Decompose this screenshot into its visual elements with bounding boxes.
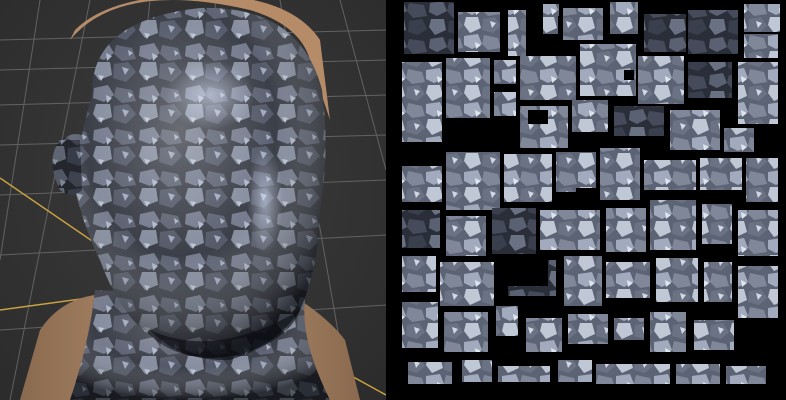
viewport-canvas	[0, 0, 386, 400]
rock-texture-comparison-image	[0, 0, 786, 400]
uv-atlas-icon	[388, 0, 786, 400]
3d-viewport[interactable]	[0, 0, 386, 400]
forehead-highlight	[165, 60, 255, 130]
nose-highlight	[247, 145, 283, 255]
uv-texture-atlas[interactable]	[388, 0, 786, 400]
